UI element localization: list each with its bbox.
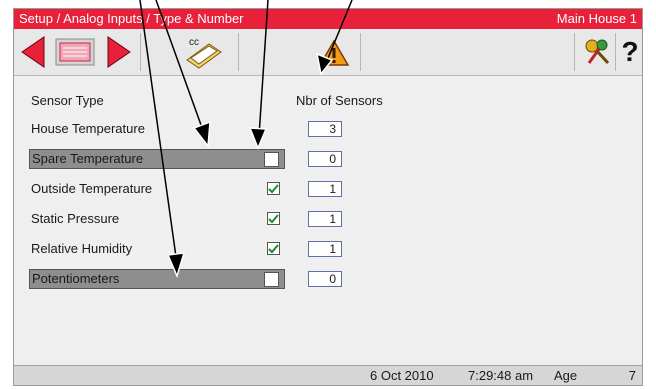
left-arrow-icon bbox=[21, 36, 45, 68]
title-bar: Setup / Analog Inputs / Type & Number Ma… bbox=[14, 9, 642, 29]
sensor-enable-checkbox[interactable] bbox=[264, 272, 279, 287]
toolbar-divider bbox=[238, 33, 239, 71]
sensor-label: Static Pressure bbox=[31, 211, 120, 226]
sensor-row-relative-humidity: Relative Humidity bbox=[29, 239, 285, 259]
sensor-count-input[interactable]: 1 bbox=[308, 241, 342, 257]
sensor-row-house-temperature: House Temperature bbox=[29, 119, 285, 139]
sensor-enable-checkbox[interactable] bbox=[267, 212, 280, 225]
sensor-enable-checkbox[interactable] bbox=[267, 242, 280, 255]
sensor-label: Outside Temperature bbox=[31, 181, 153, 196]
toolbar-divider bbox=[360, 33, 361, 71]
toolbar: cc ? bbox=[14, 29, 642, 76]
sensor-row-potentiometers[interactable]: Potentiometers bbox=[29, 269, 285, 289]
list-icon bbox=[55, 38, 95, 66]
checkmark-icon bbox=[268, 184, 279, 194]
sensor-label: Relative Humidity bbox=[31, 241, 133, 256]
toolbar-divider bbox=[615, 33, 616, 71]
sensor-row-outside-temperature: Outside Temperature bbox=[29, 179, 285, 199]
status-age-label: Age bbox=[554, 368, 578, 383]
location-label: Main House 1 bbox=[556, 11, 637, 26]
status-time: 7:29:48 am bbox=[468, 368, 534, 383]
keys-icon bbox=[585, 39, 610, 65]
right-arrow-icon bbox=[107, 36, 131, 68]
checkmark-icon bbox=[268, 244, 279, 254]
sensor-count-input[interactable]: 3 bbox=[308, 121, 342, 137]
toolbar-divider bbox=[574, 33, 575, 71]
nbr-of-sensors-header: Nbr of Sensors bbox=[296, 93, 383, 108]
breadcrumb: Setup / Analog Inputs / Type & Number bbox=[19, 11, 244, 26]
copy-icon: cc bbox=[186, 37, 222, 69]
help-button[interactable]: ? bbox=[618, 33, 642, 71]
status-bar: 6 Oct 2010 7:29:48 am Age 7 bbox=[14, 365, 642, 385]
sensor-count-input[interactable]: 1 bbox=[308, 181, 342, 197]
sensor-count-input[interactable]: 0 bbox=[308, 151, 342, 167]
sensor-label: Potentiometers bbox=[32, 271, 120, 286]
toolbar-divider bbox=[140, 33, 141, 71]
sensor-enable-checkbox[interactable] bbox=[267, 182, 280, 195]
sensor-count-input[interactable]: 1 bbox=[308, 211, 342, 227]
sensor-row-static-pressure: Static Pressure bbox=[29, 209, 285, 229]
content-area: Sensor Type Nbr of Sensors House Tempera… bbox=[14, 76, 642, 368]
sensor-count-input[interactable]: 0 bbox=[308, 271, 342, 287]
sensor-enable-checkbox[interactable] bbox=[264, 152, 279, 167]
svg-text:cc: cc bbox=[189, 37, 199, 48]
keys-button[interactable] bbox=[582, 33, 612, 71]
warning-icon bbox=[318, 39, 350, 66]
list-button[interactable] bbox=[54, 33, 96, 71]
status-age-value: 7 bbox=[628, 368, 636, 383]
sensor-label: House Temperature bbox=[31, 121, 145, 136]
copy-button[interactable]: cc bbox=[182, 33, 226, 71]
sensor-row-spare-temperature[interactable]: Spare Temperature bbox=[29, 149, 285, 169]
forward-button[interactable] bbox=[104, 33, 134, 71]
checkmark-icon bbox=[268, 214, 279, 224]
status-date: 6 Oct 2010 bbox=[370, 368, 434, 383]
back-button[interactable] bbox=[18, 33, 48, 71]
sensor-label: Spare Temperature bbox=[32, 151, 144, 166]
alarm-button[interactable] bbox=[316, 33, 352, 71]
sensor-type-header: Sensor Type bbox=[31, 93, 104, 108]
app-window: Setup / Analog Inputs / Type & Number Ma… bbox=[13, 8, 643, 386]
